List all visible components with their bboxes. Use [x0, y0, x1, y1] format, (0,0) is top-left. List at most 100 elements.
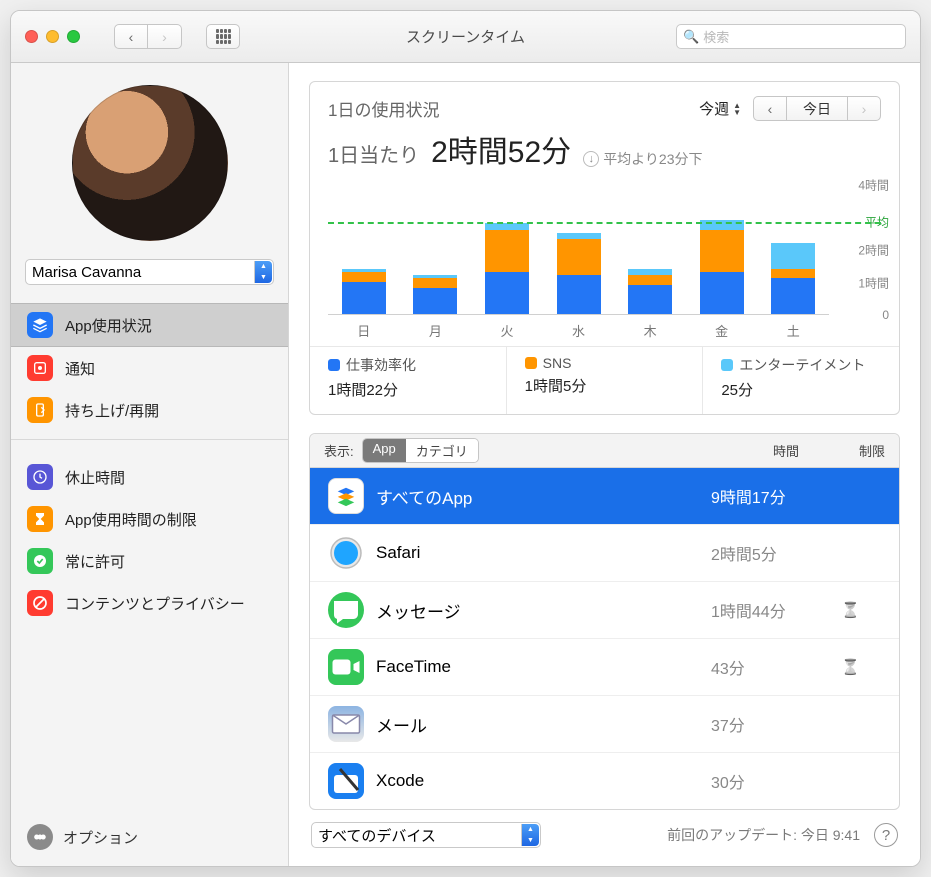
- y-axis-label: 2時間: [858, 242, 889, 259]
- table-row[interactable]: すべてのApp 9時間17分: [310, 468, 899, 524]
- table-row[interactable]: FaceTime 43分: [310, 638, 899, 695]
- check-icon: [27, 548, 53, 574]
- sidebar-item[interactable]: 常に許可: [11, 540, 288, 582]
- legend-item: エンターテイメント 25分: [702, 347, 899, 414]
- legend-value: 1時間22分: [328, 379, 488, 400]
- zoom-icon[interactable]: [67, 30, 80, 43]
- last-update-label: 前回のアップデート: 今日 9:41: [667, 825, 860, 845]
- ellipsis-icon: •••: [27, 824, 53, 850]
- legend-label: エンターテイメント: [739, 355, 865, 375]
- prev-button[interactable]: ‹: [753, 96, 787, 121]
- sidebar-item-label: 通知: [65, 358, 95, 379]
- chart-x-axis: 日月火水木金土: [328, 321, 829, 340]
- sidebar-item[interactable]: App使用時間の制限: [11, 498, 288, 540]
- traffic-lights: [25, 30, 80, 43]
- daily-usage-label: 1日の使用状況: [328, 96, 439, 121]
- sidebar-item[interactable]: App使用状況: [11, 303, 288, 347]
- table-row[interactable]: メッセージ 1時間44分: [310, 581, 899, 638]
- bar-segment: [557, 275, 601, 314]
- table-row[interactable]: Safari 2時間5分: [310, 524, 899, 581]
- bar-column: [614, 185, 686, 314]
- today-button[interactable]: 今日: [787, 96, 847, 121]
- daily-usage-card: 1日の使用状況 今週 ▲▼ ‹ 今日 › 1日当たり: [309, 81, 900, 415]
- bell-icon: [27, 355, 53, 381]
- chevron-updown-icon: ▲▼: [733, 102, 741, 116]
- app-name: メッセージ: [376, 598, 711, 623]
- legend-value: 25分: [721, 379, 881, 400]
- clock-icon: [27, 464, 53, 490]
- bar-segment: [771, 269, 815, 279]
- table-row[interactable]: Xcode 30分: [310, 752, 899, 809]
- sidebar-item[interactable]: 休止時間: [11, 456, 288, 498]
- date-pager: ‹ 今日 ›: [753, 96, 881, 121]
- app-time: 9時間17分: [711, 484, 841, 508]
- app-name: Safari: [376, 543, 711, 563]
- sidebar-item[interactable]: 持ち上げ/再開: [11, 389, 288, 431]
- x-axis-label: 金: [686, 321, 758, 340]
- sidebar: Marisa Cavanna ▲▼ App使用状況通知持ち上げ/再開 休止時間 A…: [11, 63, 289, 866]
- bar-segment: [413, 278, 457, 288]
- app-name: すべてのApp: [376, 484, 711, 509]
- bar-segment: [700, 230, 744, 272]
- search-input[interactable]: 🔍 検索: [676, 24, 906, 49]
- x-axis-label: 火: [471, 321, 543, 340]
- bar-column: [686, 185, 758, 314]
- app-icon: [328, 478, 364, 514]
- sidebar-item-label: コンテンツとプライバシー: [65, 593, 245, 614]
- bar-segment: [485, 230, 529, 272]
- pickup-icon: [27, 397, 53, 423]
- view-segment: App カテゴリ: [362, 438, 479, 463]
- forward-button[interactable]: ›: [148, 24, 182, 49]
- content: 1日の使用状況 今週 ▲▼ ‹ 今日 › 1日当たり: [289, 63, 920, 866]
- minimize-icon[interactable]: [46, 30, 59, 43]
- close-icon[interactable]: [25, 30, 38, 43]
- titlebar: ‹ › スクリーンタイム 🔍 検索: [11, 11, 920, 63]
- legend-swatch: [328, 359, 340, 371]
- week-selector[interactable]: 今週 ▲▼: [699, 98, 741, 119]
- sidebar-item[interactable]: 通知: [11, 347, 288, 389]
- nav-segment: ‹ ›: [114, 24, 182, 49]
- bar-column: [328, 185, 400, 314]
- bar-segment: [413, 288, 457, 314]
- bar-segment: [342, 272, 386, 282]
- x-axis-label: 土: [757, 321, 829, 340]
- legend-swatch: [721, 359, 733, 371]
- no-icon: [27, 590, 53, 616]
- app-table-card: 表示: App カテゴリ 時間 制限 すべてのApp 9時間17分 Safari…: [309, 433, 900, 810]
- bar-segment: [557, 239, 601, 275]
- bar-segment: [485, 272, 529, 314]
- legend-label: SNS: [543, 355, 572, 371]
- options-button[interactable]: ••• オプション: [11, 808, 288, 866]
- app-time: 30分: [711, 769, 841, 793]
- grid-icon: [216, 29, 231, 44]
- bar-segment: [700, 272, 744, 314]
- back-button[interactable]: ‹: [114, 24, 148, 49]
- col-limit: 制限: [859, 441, 885, 460]
- bar-column: [543, 185, 615, 314]
- bar-column: [400, 185, 472, 314]
- usage-chart: 4時間平均2時間1時間0: [328, 185, 829, 315]
- help-button[interactable]: ?: [874, 823, 898, 847]
- search-icon: 🔍: [683, 29, 699, 45]
- device-select[interactable]: すべてのデバイス ▲▼: [311, 822, 541, 848]
- sidebar-item[interactable]: コンテンツとプライバシー: [11, 582, 288, 624]
- legend-value: 1時間5分: [525, 375, 685, 396]
- legend-swatch: [525, 357, 537, 369]
- footer: すべてのデバイス ▲▼ 前回のアップデート: 今日 9:41 ?: [289, 822, 920, 866]
- table-row[interactable]: メール 37分: [310, 695, 899, 752]
- legend-item: SNS 1時間5分: [506, 347, 703, 414]
- sidebar-item-label: 休止時間: [65, 467, 125, 488]
- seg-category[interactable]: カテゴリ: [406, 439, 478, 462]
- next-button[interactable]: ›: [847, 96, 881, 121]
- app-icon: [328, 763, 364, 799]
- sidebar-item-label: App使用時間の制限: [65, 509, 197, 530]
- show-all-button[interactable]: [206, 24, 240, 49]
- app-name: FaceTime: [376, 657, 711, 677]
- down-arrow-icon: ↓: [583, 151, 599, 167]
- x-axis-label: 水: [543, 321, 615, 340]
- app-icon: [328, 706, 364, 742]
- user-select[interactable]: Marisa Cavanna ▲▼: [25, 259, 274, 285]
- app-time: 1時間44分: [711, 598, 841, 622]
- bar-segment: [628, 275, 672, 285]
- seg-app[interactable]: App: [363, 439, 406, 462]
